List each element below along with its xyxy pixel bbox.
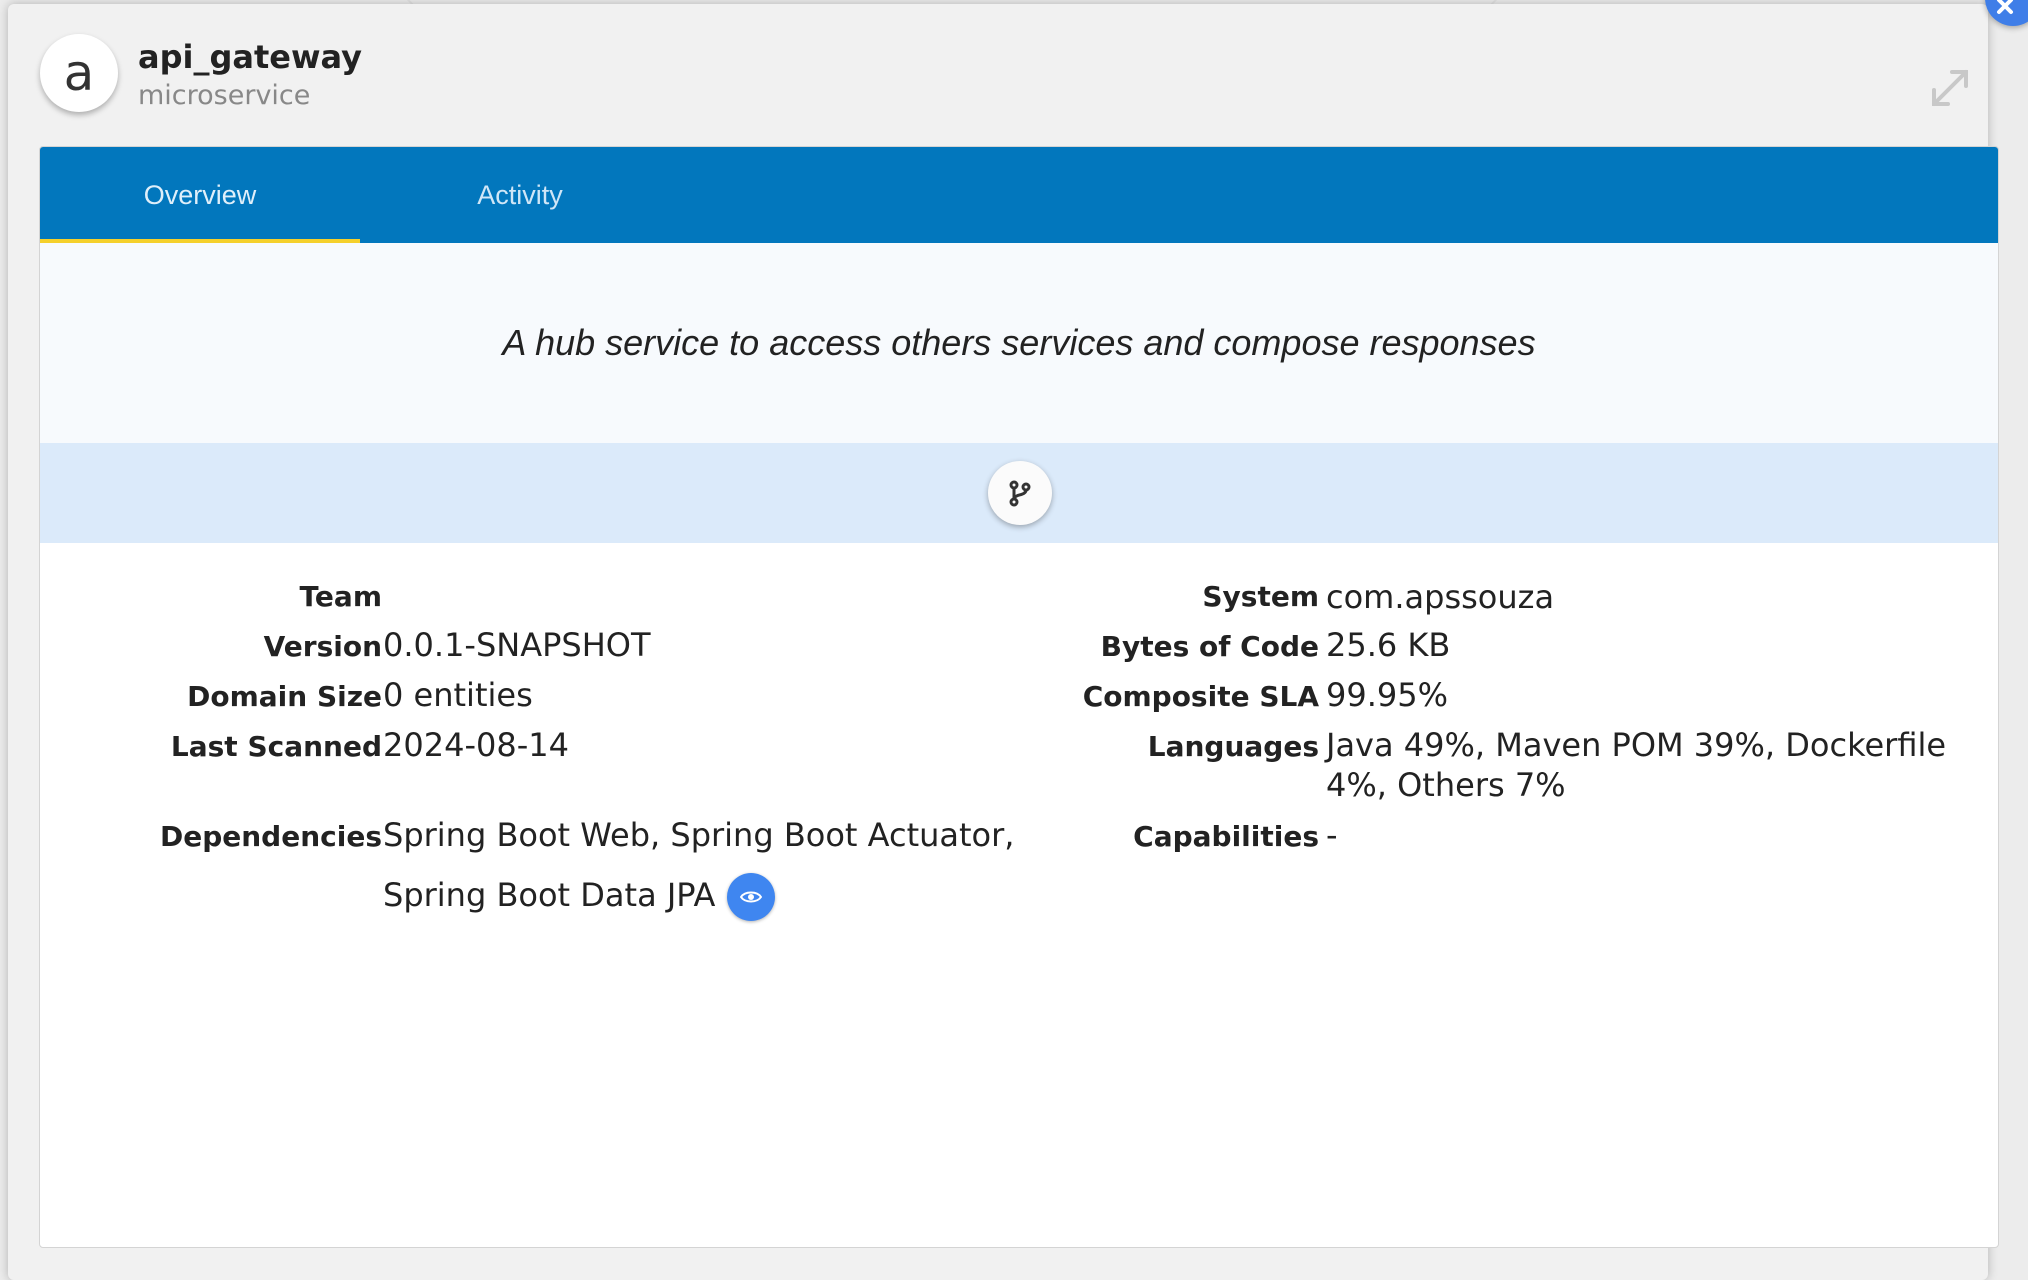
capabilities-value: - [1326, 816, 1338, 854]
avatar-letter: a [63, 44, 95, 102]
system-label: System [1202, 580, 1319, 613]
last-scanned-value: 2024-08-14 [383, 726, 569, 764]
page-subtitle: microservice [138, 80, 311, 111]
git-branch-icon [1009, 480, 1031, 507]
avatar: a [40, 34, 118, 112]
bytes-of-code-label: Bytes of Code [1100, 630, 1319, 663]
expand-icon[interactable] [1928, 66, 1972, 110]
tab-overview[interactable]: Overview [40, 147, 360, 243]
modal-dialog: a api_gateway microservice Overview Acti… [8, 4, 1999, 1280]
view-dependencies-button[interactable] [727, 873, 776, 921]
languages-line-2: 4%, Others 7% [1326, 766, 1566, 804]
languages-label: Languages [1147, 730, 1319, 763]
domain-size-value: 0 entities [383, 676, 533, 714]
system-value: com.apssouza [1326, 578, 1555, 616]
dependencies-line-1: Spring Boot Web, Spring Boot Actuator, [383, 816, 1015, 854]
dependencies-value: Spring Boot Web, Spring Boot Actuator, S… [383, 815, 1083, 921]
version-label: Version [263, 630, 382, 663]
capabilities-label: Capabilities [1133, 820, 1319, 853]
close-icon [1997, 0, 2013, 14]
service-card: Overview Activity A hub service to acces… [39, 146, 1999, 1248]
languages-value: Java 49%, Maven POM 39%, Dockerfile 4%, … [1326, 725, 1966, 805]
bytes-of-code-value: 25.6 KB [1326, 626, 1451, 664]
page-title: api_gateway [138, 38, 362, 76]
languages-line-1: Java 49%, Maven POM 39%, Dockerfile [1326, 726, 1947, 764]
eye-icon [740, 891, 763, 903]
version-value: 0.0.1-SNAPSHOT [383, 626, 651, 664]
modal-header: a api_gateway microservice [8, 4, 1988, 144]
team-label: Team [299, 580, 382, 613]
last-scanned-label: Last Scanned [170, 730, 382, 763]
tab-activity[interactable]: Activity [360, 147, 680, 243]
close-button[interactable] [1985, 0, 2028, 26]
details-grid: Team Version 0.0.1-SNAPSHOT Domain Size … [40, 543, 1998, 1143]
git-band [40, 443, 1998, 543]
service-description: A hub service to access others services … [40, 243, 1998, 443]
tab-bar: Overview Activity [40, 147, 1998, 243]
dependencies-label: Dependencies [159, 820, 382, 853]
composite-sla-label: Composite SLA [1082, 680, 1319, 713]
composite-sla-value: 99.95% [1326, 676, 1449, 714]
git-branch-button[interactable] [988, 461, 1052, 525]
dependencies-line-2-row: Spring Boot Data JPA [383, 873, 1083, 921]
domain-size-label: Domain Size [187, 680, 382, 713]
dependencies-line-2: Spring Boot Data JPA [383, 876, 716, 914]
